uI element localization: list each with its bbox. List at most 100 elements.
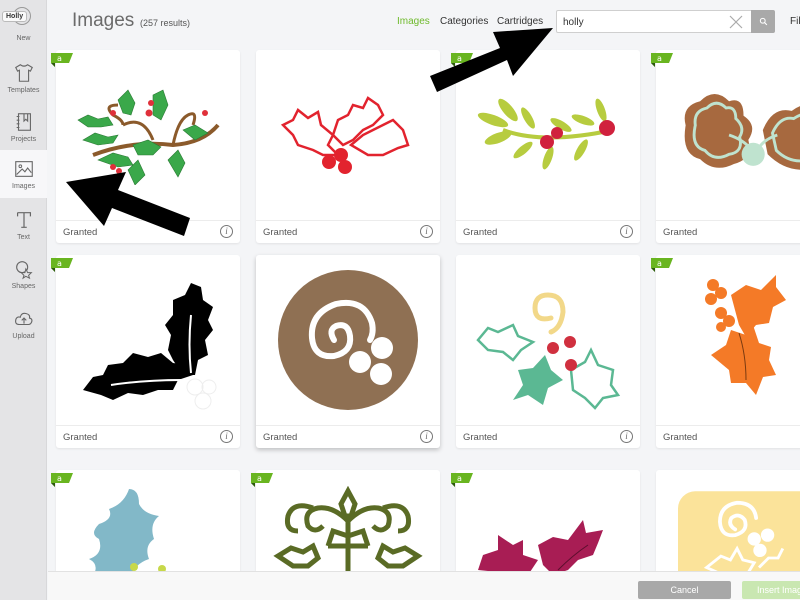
image-icon [14, 161, 33, 177]
svg-text:a: a [657, 54, 662, 63]
image-card[interactable]: Granted i [456, 255, 640, 448]
shapes-icon [15, 261, 33, 280]
tooltip-holly: Holly [2, 11, 28, 22]
card-license-label: Granted [263, 227, 298, 238]
svg-text:a: a [57, 474, 62, 483]
cloud-upload-icon [14, 312, 32, 326]
info-icon[interactable]: i [620, 430, 633, 443]
card-footer: Granted i [56, 425, 240, 448]
image-thumbnail [256, 50, 440, 220]
dialog-footer: Cancel Insert Images [48, 571, 800, 600]
card-license-label: Granted [663, 432, 698, 443]
card-footer: Granted i [56, 220, 240, 243]
tab-images[interactable]: Images [397, 16, 430, 27]
black-holly-art [83, 283, 217, 410]
teal-holly-art [476, 292, 621, 410]
result-count: (257 results) [140, 18, 191, 28]
image-thumbnail [656, 255, 800, 425]
image-card[interactable]: a Granted [651, 255, 800, 448]
sidebar-item-label: Templates [7, 87, 40, 94]
sidebar-item-upload[interactable]: Upload [0, 300, 47, 348]
cancel-button[interactable]: Cancel [638, 581, 731, 599]
svg-text:a: a [657, 259, 662, 268]
tab-cartridges[interactable]: Cartridges [497, 16, 543, 27]
sidebar-item-text[interactable]: Text [0, 201, 47, 249]
sidebar-item-label: Upload [12, 333, 35, 340]
access-flag-icon: a [451, 473, 473, 487]
image-card[interactable]: a Granted [651, 50, 800, 243]
access-flag-icon: a [51, 258, 73, 272]
sidebar-item-projects[interactable]: Projects [0, 103, 47, 151]
card-license-label: Granted [263, 432, 298, 443]
svg-text:a: a [57, 54, 62, 63]
close-icon [729, 15, 743, 29]
card-footer: Granted [656, 220, 800, 243]
holly-branch-art [77, 89, 220, 185]
card-footer: Granted i [256, 220, 440, 243]
search-button[interactable] [751, 10, 775, 33]
app-window: Holly New Templates Projects Images Text… [0, 0, 800, 600]
search-box [556, 10, 775, 33]
access-flag-icon: a [251, 473, 273, 487]
search-input[interactable] [563, 15, 723, 29]
sidebar-item-images[interactable]: Images [0, 150, 47, 198]
search-icon [759, 17, 767, 26]
sidebar-item-label: New [16, 35, 31, 42]
sidebar-item-label: Images [12, 183, 35, 190]
image-card[interactable]: Granted i [256, 255, 440, 448]
info-icon[interactable]: i [620, 225, 633, 238]
notebook-icon [16, 113, 31, 131]
magenta-holly-art [478, 520, 603, 575]
access-flag-icon: a [651, 258, 673, 272]
card-footer: Granted i [256, 425, 440, 448]
tab-categories[interactable]: Categories [440, 16, 488, 27]
access-flag-icon: a [51, 473, 73, 487]
image-thumbnail [456, 255, 640, 425]
blue-holly-art [89, 489, 166, 579]
image-thumbnail [56, 255, 240, 425]
card-footer: Granted [656, 425, 800, 448]
card-license-label: Granted [63, 227, 98, 238]
green-sprig-art [477, 98, 615, 170]
svg-text:a: a [457, 474, 462, 483]
sidebar-item-label: Shapes [11, 283, 36, 290]
image-card[interactable]: a [451, 50, 640, 243]
info-icon[interactable]: i [420, 430, 433, 443]
card-license-label: Granted [663, 227, 698, 238]
sidebar-item-new[interactable]: Holly New [0, 0, 47, 42]
sidebar-item-label: Projects [10, 136, 37, 143]
header: Images (257 results) Images Categories C… [48, 0, 800, 46]
image-thumbnail [656, 50, 800, 220]
info-icon[interactable]: i [220, 225, 233, 238]
image-thumbnail [256, 255, 440, 425]
card-license-label: Granted [463, 227, 498, 238]
page-title: Images [72, 10, 135, 31]
access-flag-icon: a [451, 53, 473, 67]
filter-button[interactable]: Filter [790, 16, 800, 27]
sidebar-item-shapes[interactable]: Shapes [0, 250, 47, 298]
gingerbread-holly-art [684, 94, 800, 170]
clear-search-button[interactable] [727, 13, 745, 31]
svg-text:a: a [57, 259, 62, 268]
olive-filigree-art [273, 486, 423, 576]
info-icon[interactable]: i [420, 225, 433, 238]
image-card[interactable]: Granted i [256, 50, 440, 243]
sidebar: Holly New Templates Projects Images Text… [0, 0, 47, 600]
card-license-label: Granted [463, 432, 498, 443]
image-card[interactable]: a Granted i [51, 255, 240, 448]
info-icon[interactable]: i [220, 430, 233, 443]
orange-holly-art [705, 275, 786, 395]
image-grid: a Granted i Granted i a Granted i a Gran… [48, 46, 800, 600]
brown-circle-swirl-art [278, 270, 418, 410]
text-icon [16, 212, 31, 228]
card-footer: Granted i [456, 425, 640, 448]
card-footer: Granted i [456, 220, 640, 243]
sidebar-item-templates[interactable]: Templates [0, 54, 47, 102]
insert-images-button[interactable]: Insert Images [742, 581, 800, 599]
tshirt-icon [14, 64, 33, 82]
access-flag-icon: a [51, 53, 73, 67]
sidebar-item-label: Text [17, 234, 30, 241]
image-thumbnail [56, 50, 240, 220]
image-card[interactable]: a [51, 50, 240, 243]
red-outline-holly-art [280, 96, 410, 174]
